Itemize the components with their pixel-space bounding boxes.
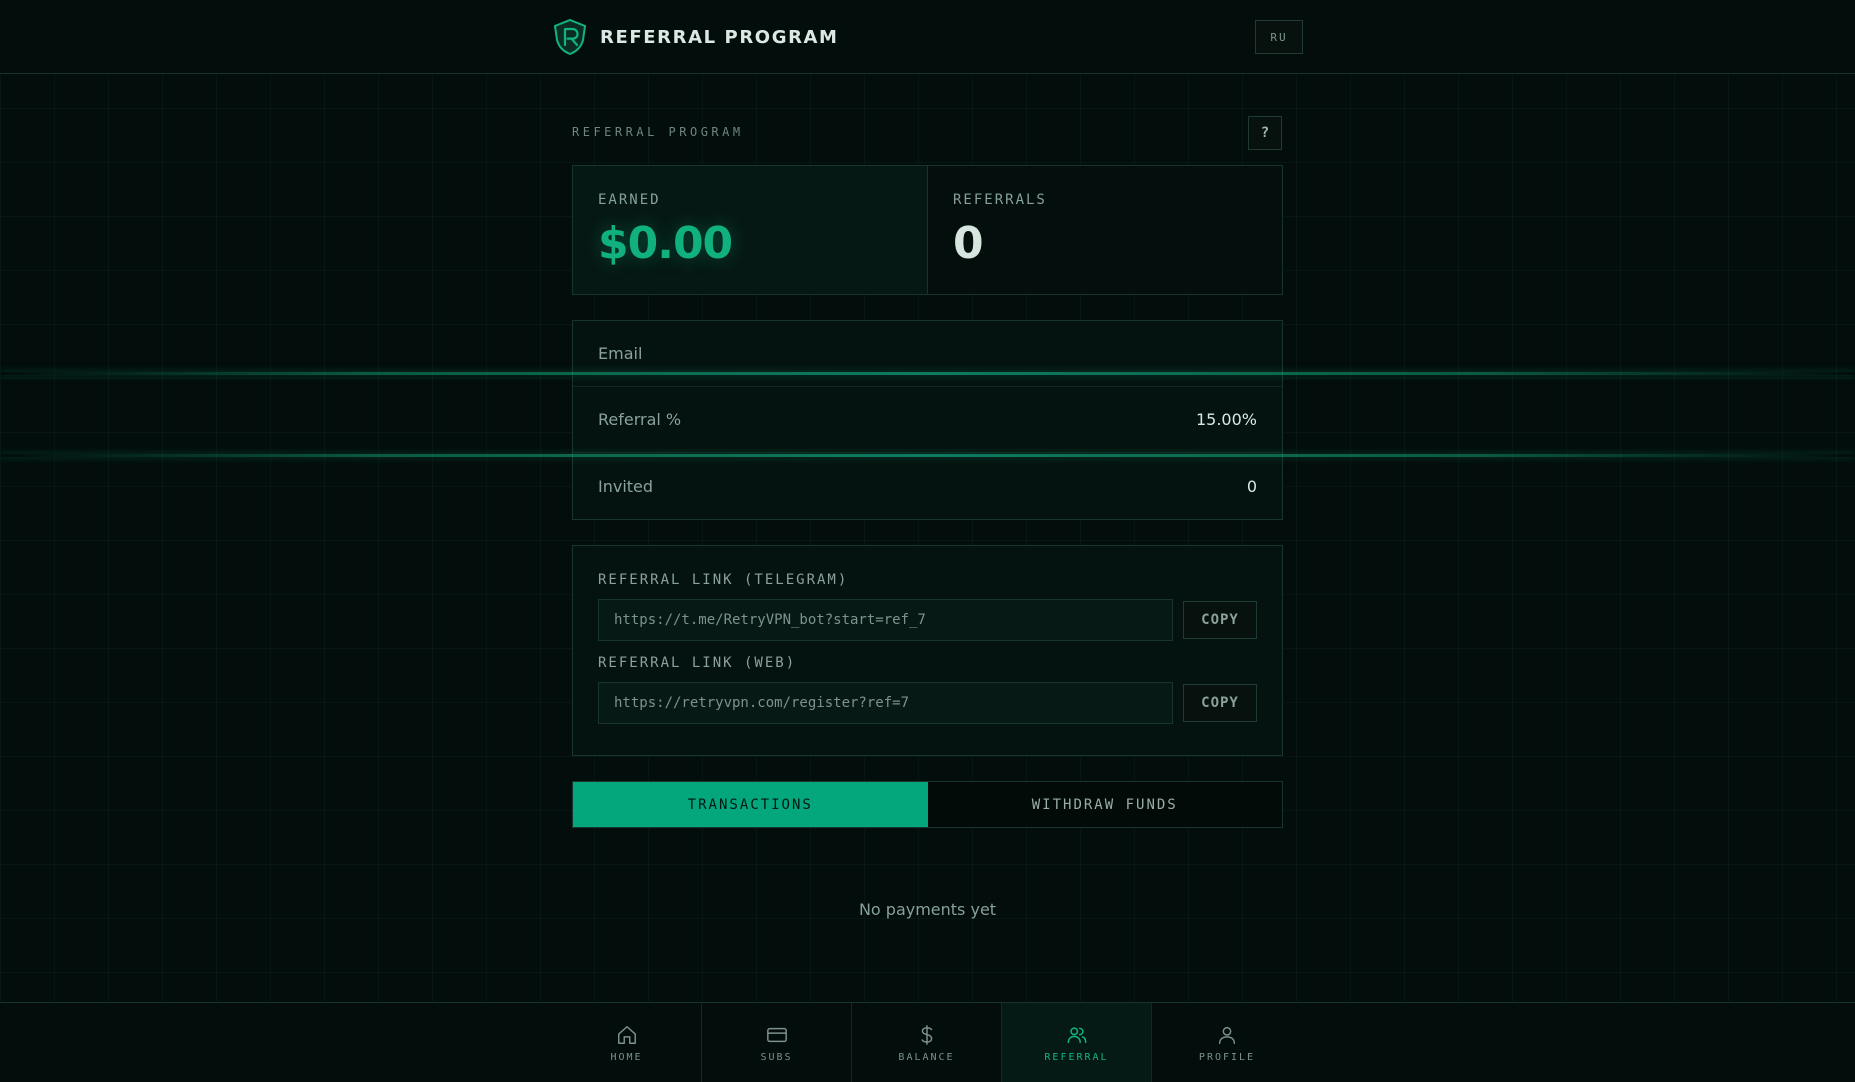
nav-item-referral[interactable]: REFERRAL — [1002, 1003, 1152, 1082]
dollar-icon — [921, 1024, 932, 1045]
copy-telegram-button[interactable]: COPY — [1183, 601, 1257, 639]
referral-percent-value: 15.00% — [1195, 410, 1257, 429]
telegram-link-field[interactable]: https://t.me/RetryVPN_bot?start=ref_7 — [598, 599, 1173, 641]
nav-item-home[interactable]: HOME — [552, 1003, 702, 1082]
email-row: Email — [573, 321, 1282, 387]
nav-label-home: HOME — [610, 1051, 643, 1063]
bottom-nav: HOME SUBS BALANCE REFERRAL PROFILE — [0, 1002, 1855, 1082]
tab-withdraw-funds[interactable]: WITHDRAW FUNDS — [927, 782, 1282, 827]
stats-card: EARNED $0.00 REFERRALS 0 — [572, 165, 1283, 295]
app-header: REFERRAL PROGRAM RU — [0, 0, 1855, 74]
referral-percent-label: Referral % — [598, 410, 682, 429]
section-label: REFERRAL PROGRAM — [572, 125, 744, 139]
referrals-stat: REFERRALS 0 — [928, 166, 1282, 294]
nav-label-profile: PROFILE — [1198, 1051, 1256, 1063]
copy-web-button[interactable]: COPY — [1183, 684, 1257, 722]
earned-label: EARNED — [598, 192, 661, 208]
nav-label-balance: BALANCE — [898, 1051, 955, 1063]
referral-percent-row: Referral % 15.00% — [573, 387, 1282, 453]
invited-value: 0 — [1246, 476, 1257, 496]
invited-row: Invited 0 — [573, 453, 1282, 519]
home-icon — [617, 1025, 636, 1044]
app-title: REFERRAL PROGRAM — [600, 26, 839, 48]
referrals-value: 0 — [953, 218, 984, 269]
invited-label: Invited — [598, 476, 654, 496]
users-icon — [1067, 1026, 1086, 1043]
help-button[interactable]: ? — [1248, 116, 1282, 150]
nav-item-subs[interactable]: SUBS — [702, 1003, 852, 1082]
nav-item-balance[interactable]: BALANCE — [852, 1003, 1002, 1082]
referral-links-card: REFERRAL LINK (TELEGRAM) https://t.me/Re… — [572, 545, 1283, 756]
nav-label-subs: SUBS — [760, 1051, 793, 1063]
card-icon — [766, 1027, 787, 1042]
info-card: Email Referral % 15.00% Invited 0 — [572, 320, 1283, 520]
web-link-label: REFERRAL LINK (WEB) — [598, 655, 797, 671]
telegram-link-label: REFERRAL LINK (TELEGRAM) — [598, 572, 849, 588]
nav-item-profile[interactable]: PROFILE — [1152, 1003, 1302, 1082]
language-button[interactable]: RU — [1255, 20, 1303, 54]
empty-state-text: No payments yet — [858, 900, 997, 919]
earned-stat: EARNED $0.00 — [573, 166, 928, 294]
tab-transactions[interactable]: TRANSACTIONS — [573, 782, 928, 827]
user-icon — [1218, 1026, 1236, 1044]
earned-value: $0.00 — [598, 218, 733, 269]
email-label: Email — [598, 344, 643, 363]
nav-label-referral: REFERRAL — [1044, 1051, 1109, 1063]
referrals-label: REFERRALS — [953, 192, 1047, 208]
web-link-field[interactable]: https://retryvpn.com/register?ref=7 — [598, 682, 1173, 724]
brand: REFERRAL PROGRAM — [552, 18, 839, 56]
shield-logo-icon — [553, 18, 587, 56]
tabs: TRANSACTIONS WITHDRAW FUNDS — [572, 781, 1283, 828]
